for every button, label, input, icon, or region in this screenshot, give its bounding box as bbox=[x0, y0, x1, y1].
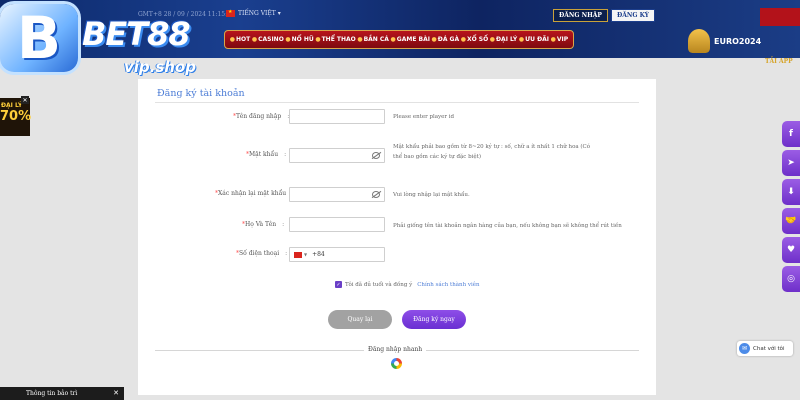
promo-close-icon[interactable]: ✕ bbox=[21, 96, 29, 104]
hide-password-icon[interactable] bbox=[372, 191, 380, 198]
nav-item-uu-dai[interactable]: ●ƯU ĐÃI bbox=[519, 36, 549, 43]
brand-name[interactable]: BET88 bbox=[82, 15, 191, 53]
euro2024-banner: EURO2024 bbox=[688, 28, 793, 54]
chat-icon: ✉ bbox=[739, 343, 750, 354]
register-form-card: Đăng ký tài khoản *Tên đăng nhập: Please… bbox=[138, 79, 656, 395]
vietnam-flag-icon bbox=[226, 9, 235, 17]
google-login-icon[interactable] bbox=[391, 358, 402, 369]
register-now-button[interactable]: Đăng ký ngay bbox=[402, 310, 466, 329]
nav-item-the-thao[interactable]: ●THỂ THAO bbox=[315, 36, 355, 43]
username-label: *Tên đăng nhập: bbox=[233, 113, 289, 120]
full-name-input[interactable] bbox=[289, 217, 385, 232]
support-icon[interactable]: ◎ bbox=[782, 266, 800, 292]
euro-label: EURO2024 bbox=[714, 36, 762, 46]
nav-item-xo-so[interactable]: ●XỔ SỐ bbox=[461, 36, 489, 43]
phone-input[interactable]: ▼ +84 bbox=[289, 247, 385, 262]
language-label: TIẾNG VIỆT ▾ bbox=[238, 10, 281, 17]
facebook-icon[interactable]: f bbox=[782, 121, 800, 147]
quick-login-label: Đăng nhập nhanh bbox=[364, 346, 427, 353]
terms-link[interactable]: Chính sách thành viên bbox=[417, 282, 479, 288]
login-button[interactable]: ĐĂNG NHẬP bbox=[553, 9, 608, 22]
nav-item-ban-ca[interactable]: ●BẮN CÁ bbox=[357, 36, 389, 43]
nav-item-da-ga[interactable]: ●ĐÁ GÀ bbox=[432, 36, 460, 43]
nav-item-game-bai[interactable]: ●GAME BÀI bbox=[391, 36, 430, 43]
confirm-password-hint: Vui lòng nhập lại mật khẩu. bbox=[393, 192, 470, 198]
confirm-password-input[interactable] bbox=[289, 187, 385, 202]
main-nav: ●HOT ●CASINO ●NỔ HŨ ●THỂ THAO ●BẮN CÁ ●G… bbox=[224, 30, 574, 49]
trophy-icon bbox=[688, 29, 710, 53]
terms-checkbox[interactable]: ✓ bbox=[335, 281, 342, 288]
promo-percent: 70% bbox=[0, 109, 32, 124]
register-button[interactable]: ĐĂNG KÝ bbox=[611, 9, 655, 22]
terms-text: Tôi đã đủ tuổi và đồng ý bbox=[345, 281, 413, 288]
brand-domain: vip.shop bbox=[124, 58, 197, 76]
full-name-label: *Họ Và Tên: bbox=[242, 221, 285, 228]
username-input[interactable] bbox=[289, 109, 385, 124]
language-selector[interactable]: TIẾNG VIỆT ▾ bbox=[226, 9, 281, 17]
logo-badge[interactable]: B bbox=[0, 4, 78, 72]
maintenance-label: Thông tin bảo trì bbox=[26, 390, 78, 397]
download-icon[interactable]: ⬇ bbox=[782, 179, 800, 205]
vietnam-flag-icon[interactable] bbox=[294, 251, 302, 258]
username-hint: Please enter player id bbox=[393, 114, 455, 120]
nav-item-dai-ly[interactable]: ●ĐẠI LÝ bbox=[490, 36, 517, 43]
back-button[interactable]: Quay lại bbox=[328, 310, 392, 329]
maintenance-bar[interactable]: Thông tin bảo trì ✕ bbox=[0, 387, 124, 400]
confirm-password-label: *Xác nhận lại mật khẩu: bbox=[215, 190, 294, 197]
password-input[interactable] bbox=[289, 148, 385, 163]
download-app-link[interactable]: TẢI APP bbox=[765, 58, 793, 65]
caret-down-icon[interactable]: ▼ bbox=[304, 252, 307, 257]
nav-item-casino[interactable]: ●CASINO bbox=[252, 36, 284, 43]
title-divider bbox=[155, 102, 639, 103]
nav-item-no-hu[interactable]: ●NỔ HŨ bbox=[285, 36, 313, 43]
telegram-icon[interactable]: ➤ bbox=[782, 150, 800, 176]
close-icon[interactable]: ✕ bbox=[113, 389, 119, 397]
nav-item-vip[interactable]: ●VIP bbox=[551, 36, 569, 43]
promo-badge[interactable] bbox=[760, 8, 800, 26]
phone-label: *Số điện thoại: bbox=[236, 250, 288, 257]
form-title: Đăng ký tài khoản bbox=[157, 88, 245, 99]
handshake-icon[interactable]: 🤝 bbox=[782, 208, 800, 234]
full-name-hint: Phải giống tên tài khoản ngân hàng của b… bbox=[393, 223, 622, 229]
terms-agreement: ✓ Tôi đã đủ tuổi và đồng ý Chính sách th… bbox=[335, 281, 480, 288]
chat-label: Chat với tôi bbox=[753, 345, 785, 352]
hide-password-icon[interactable] bbox=[372, 152, 380, 159]
nav-item-hot[interactable]: ●HOT bbox=[230, 36, 250, 43]
password-label: *Mật khẩu: bbox=[246, 151, 287, 158]
phone-country-code: +84 bbox=[312, 251, 325, 258]
chat-button[interactable]: ✉ Chat với tôi bbox=[737, 341, 793, 356]
password-hint: Mật khẩu phải bao gồm từ 8~20 ký tự : số… bbox=[393, 144, 591, 160]
heart-icon[interactable]: ♥ bbox=[782, 237, 800, 263]
social-sidebar: f ➤ ⬇ 🤝 ♥ ◎ bbox=[782, 121, 800, 295]
